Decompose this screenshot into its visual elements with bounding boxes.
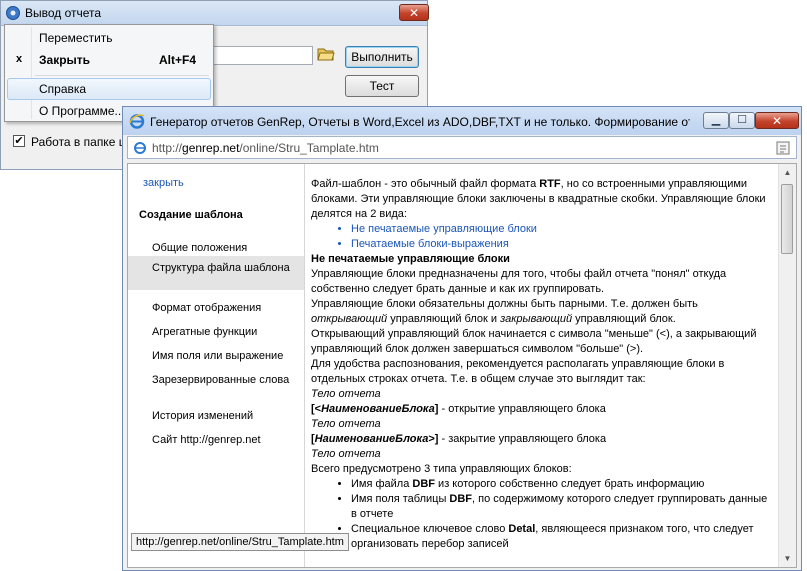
browser-titlebar[interactable]: Генератор отчетов GenRep, Отчеты в Word,…	[123, 107, 801, 135]
menu-item-label: Закрыть	[39, 53, 91, 67]
help-sidebar: закрыть Создание шаблона Общие положения…	[128, 164, 305, 567]
ie-icon	[129, 114, 145, 129]
report-body-line: Тело отчета	[311, 448, 381, 460]
maximize-button[interactable]: ☐	[729, 112, 755, 129]
page-icon	[134, 142, 146, 154]
sidebar-item-display-format[interactable]: Формат отображения	[152, 302, 292, 314]
scrollbar-thumb[interactable]	[781, 184, 793, 254]
menu-item-label: Переместить	[39, 31, 113, 45]
work-folder-label: Работа в папке ш	[31, 135, 129, 149]
run-button[interactable]: Выполнить	[345, 46, 419, 68]
file-path-input[interactable]	[213, 46, 313, 65]
sidebar-close-link[interactable]: закрыть	[143, 177, 184, 189]
browser-title: Генератор отчетов GenRep, Отчеты в Word,…	[150, 115, 690, 129]
compat-view-icon[interactable]	[776, 141, 790, 155]
article-body: Файл-шаблон - это обычный файл формата R…	[311, 177, 771, 552]
sidebar-section-title: Создание шаблона	[139, 209, 243, 221]
address-bar[interactable]: http://genrep.net/online/Stru_Tamplate.h…	[127, 136, 797, 159]
section-heading: Не печатаемые управляющие блоки	[311, 253, 510, 265]
sidebar-item-template-structure[interactable]: Структура файла шаблона	[128, 256, 304, 290]
dialog-titlebar[interactable]: Вывод отчета ✕	[1, 1, 429, 26]
work-folder-checkbox[interactable]: ✔	[13, 135, 25, 147]
control-block-list: Имя файла DBF из которого собственно сле…	[311, 477, 771, 552]
browser-close-button[interactable]: ✕	[755, 112, 799, 129]
vertical-scrollbar[interactable]: ▲ ▼	[778, 164, 796, 567]
dialog-title: Вывод отчета	[25, 6, 102, 20]
link-print-expressions[interactable]: Печатаемые блоки-выражения	[351, 237, 771, 252]
menu-item-label: О Программе...	[39, 104, 125, 118]
sidebar-item-general[interactable]: Общие положения	[152, 242, 292, 254]
menu-item-move[interactable]: Переместить	[7, 27, 211, 49]
minimize-button[interactable]: ▁	[703, 112, 729, 129]
sidebar-item-changelog[interactable]: Иcтория изменений	[152, 410, 292, 422]
link-nonprint-blocks[interactable]: Не печатаемые управляющие блоки	[351, 222, 771, 237]
scroll-up-icon[interactable]: ▲	[781, 166, 794, 179]
menu-item-shortcut: Alt+F4	[159, 53, 197, 67]
report-body-line: Тело отчета	[311, 418, 381, 430]
menu-item-close[interactable]: x Закрыть Alt+F4	[7, 49, 211, 71]
address-url[interactable]: http://genrep.net/online/Stru_Tamplate.h…	[152, 141, 379, 155]
paragraph-recommendation: Для удобства распознования, рекомендуетс…	[311, 358, 725, 385]
paragraph-symbols: Открывающий управляющий блок начинается …	[311, 328, 757, 355]
menu-item-label: Справка	[39, 82, 87, 96]
open-block-example: [<НаименованиеБлока] - открытие управляю…	[311, 403, 606, 415]
close-mark-icon: x	[16, 53, 23, 65]
dialog-close-button[interactable]: ✕	[399, 4, 429, 21]
sidebar-item-aggregate-functions[interactable]: Агрегатные функции	[152, 326, 292, 338]
test-button[interactable]: Тест	[345, 75, 419, 97]
help-browser-window: Генератор отчетов GenRep, Отчеты в Word,…	[122, 106, 802, 571]
sidebar-item-site[interactable]: Сайт http://genrep.net	[152, 434, 292, 446]
page-content: закрыть Создание шаблона Общие положения…	[127, 163, 797, 568]
scroll-down-icon[interactable]: ▼	[781, 552, 794, 565]
paragraph-intro: Файл-шаблон - это обычный файл формата R…	[311, 178, 766, 220]
list-item: Специальное ключевое слово Detal, являющ…	[351, 522, 771, 552]
sidebar-item-field-expression[interactable]: Имя поля или выражение	[152, 350, 292, 362]
paragraph-purpose: Управляющие блоки предназначены для того…	[311, 268, 727, 295]
close-block-example: [НаименованиеБлока>] - закрытие управляю…	[311, 433, 607, 445]
menu-separator	[35, 75, 209, 76]
folder-open-icon[interactable]	[317, 46, 335, 62]
block-types-list: Не печатаемые управляющие блоки Печатаем…	[311, 222, 771, 252]
list-item: Имя файла DBF из которого собственно сле…	[351, 477, 771, 492]
menu-item-help[interactable]: Справка	[7, 78, 211, 100]
link-status-tooltip: http://genrep.net/online/Stru_Tamplate.h…	[131, 533, 349, 551]
sidebar-item-reserved-words[interactable]: Зарезервированные слова	[152, 374, 292, 386]
gear-icon[interactable]	[5, 5, 21, 21]
paragraph-block-count: Всего предусмотрено 3 типа управляющих б…	[311, 463, 572, 475]
list-item: Имя поля таблицы DBF, по содержимому кот…	[351, 492, 771, 522]
report-body-line: Тело отчета	[311, 388, 381, 400]
paragraph-pairs: Управляющие блоки обязательны должны быт…	[311, 298, 698, 325]
